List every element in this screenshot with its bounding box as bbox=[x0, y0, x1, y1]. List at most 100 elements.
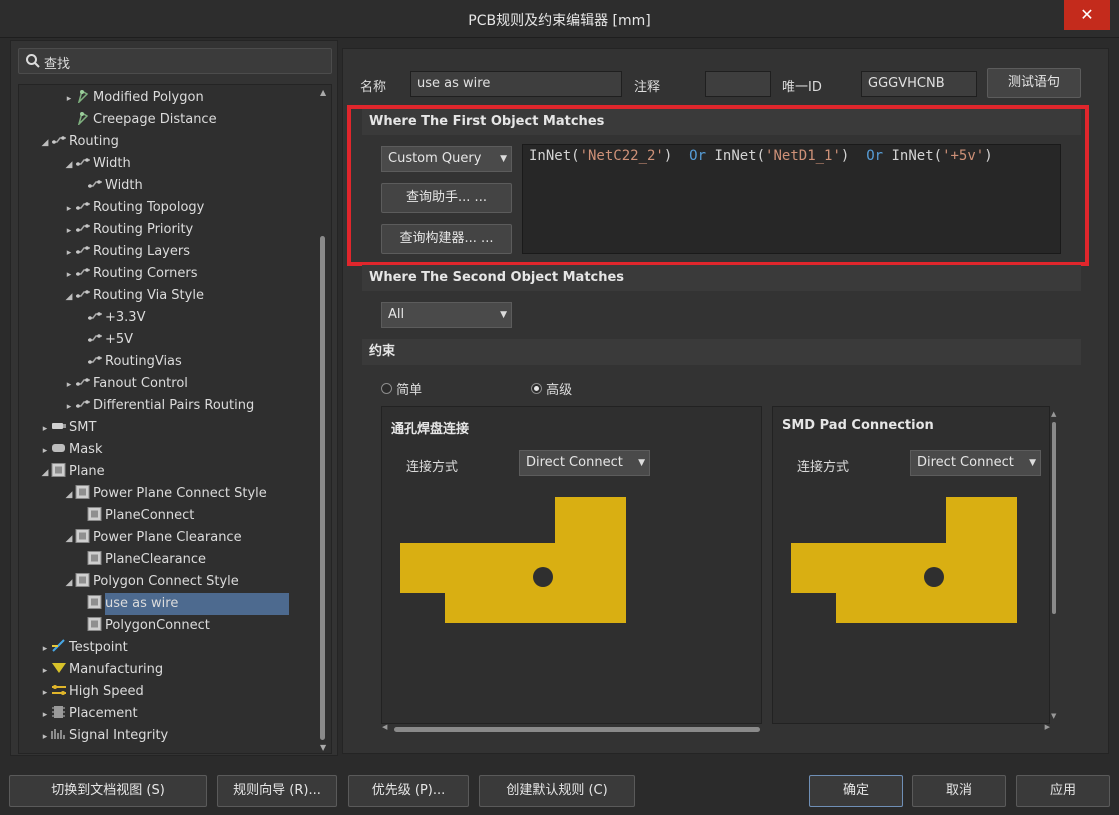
chevron-right-icon[interactable]: ▸ bbox=[63, 374, 75, 396]
smd-connect-method-dropdown[interactable]: Direct Connect ▼ bbox=[910, 450, 1041, 476]
comment-label: 注释 bbox=[634, 80, 661, 95]
scroll-down-icon[interactable]: ▼ bbox=[320, 743, 326, 752]
chevron-down-icon[interactable]: ◢ bbox=[63, 286, 75, 308]
ok-button[interactable]: 确定 bbox=[809, 775, 903, 807]
chevron-right-icon[interactable]: ▸ bbox=[39, 704, 51, 726]
scroll-right-icon[interactable]: ▶ bbox=[1045, 723, 1050, 731]
tree-item[interactable]: +5V bbox=[75, 329, 133, 351]
tree-item[interactable]: PolygonConnect bbox=[75, 615, 210, 637]
scroll-left-icon[interactable]: ◀ bbox=[382, 723, 387, 731]
close-button[interactable]: ✕ bbox=[1064, 0, 1110, 30]
chevron-right-icon[interactable]: ▸ bbox=[63, 242, 75, 264]
chevron-right-icon[interactable]: ▸ bbox=[39, 418, 51, 440]
tree-item[interactable]: ▸ Placement bbox=[39, 703, 138, 725]
plane-icon bbox=[75, 483, 93, 505]
tree-item[interactable]: ▸ Routing Topology bbox=[63, 197, 205, 220]
tree-item[interactable]: ▸ Manufacturing bbox=[39, 659, 163, 681]
document-view-button[interactable]: 切换到文档视图 (S) bbox=[9, 775, 207, 807]
chevron-right-icon[interactable]: ▸ bbox=[63, 88, 75, 110]
tree-item-label: Power Plane Clearance bbox=[93, 530, 242, 545]
mask-icon bbox=[51, 439, 69, 461]
unique-id-field[interactable]: GGGVHCNB bbox=[861, 71, 977, 97]
tree-item[interactable]: ◢ Routing Via Style bbox=[63, 285, 204, 307]
chevron-right-icon[interactable]: ▸ bbox=[63, 220, 75, 242]
tree-item[interactable]: ▸ Routing Layers bbox=[63, 241, 190, 263]
chevron-right-icon[interactable]: ▸ bbox=[39, 440, 51, 462]
tree-item[interactable]: ◢ Power Plane Connect Style bbox=[63, 483, 267, 505]
constraint-vscroll[interactable]: ▲ ▼ bbox=[1050, 410, 1060, 720]
tree-item[interactable]: ▸ Differential Pairs Routing bbox=[63, 395, 254, 417]
tree-item[interactable]: Creepage Distance bbox=[63, 109, 217, 131]
chevron-down-icon[interactable]: ◢ bbox=[39, 462, 51, 484]
tree-item[interactable]: ◢ Routing bbox=[39, 131, 119, 153]
smd-connect-method-value: Direct Connect bbox=[917, 455, 1014, 470]
tree-item[interactable]: ▸ Testpoint bbox=[39, 637, 128, 659]
routing-icon bbox=[87, 307, 105, 329]
tree-item[interactable]: PlaneClearance bbox=[75, 549, 206, 571]
tree-item-label: Mask bbox=[69, 442, 103, 457]
scroll-up-icon[interactable]: ▲ bbox=[320, 88, 326, 97]
constraint-vscroll-thumb[interactable] bbox=[1052, 422, 1056, 614]
tree-item[interactable]: ◢ Width bbox=[63, 153, 131, 175]
via-card-title: 通孔焊盘连接 bbox=[391, 422, 470, 437]
chevron-down-icon[interactable]: ◢ bbox=[63, 484, 75, 506]
priority-button[interactable]: 优先级 (P)... bbox=[348, 775, 469, 807]
chevron-down-icon[interactable]: ◢ bbox=[63, 528, 75, 550]
second-match-type-dropdown[interactable]: All ▼ bbox=[381, 302, 512, 328]
tree-item[interactable]: ▸ High Speed bbox=[39, 681, 144, 703]
close-icon: ✕ bbox=[1080, 5, 1094, 24]
chevron-down-icon[interactable]: ◢ bbox=[63, 572, 75, 594]
tree-item[interactable]: ◢ Power Plane Clearance bbox=[63, 527, 242, 549]
chevron-down-icon[interactable]: ◢ bbox=[39, 132, 51, 154]
chevron-right-icon[interactable]: ▸ bbox=[63, 264, 75, 286]
scroll-down-icon[interactable]: ▼ bbox=[1051, 712, 1056, 720]
testpoint-icon bbox=[51, 637, 69, 659]
tree-item[interactable]: ◢ Plane bbox=[39, 461, 105, 483]
via-method-label: 连接方式 bbox=[406, 460, 459, 475]
create-default-rules-button[interactable]: 创建默认规则 (C) bbox=[479, 775, 635, 807]
chevron-down-icon: ▼ bbox=[500, 310, 507, 320]
radio-icon bbox=[381, 383, 392, 394]
routing-icon bbox=[51, 131, 69, 153]
tree-item[interactable]: ▸ SMT bbox=[39, 417, 97, 440]
chevron-right-icon[interactable]: ▸ bbox=[39, 660, 51, 682]
cancel-button[interactable]: 取消 bbox=[912, 775, 1006, 807]
tree-scrollbar-thumb[interactable] bbox=[320, 236, 325, 740]
tree-item[interactable]: ▸ Routing Priority bbox=[63, 219, 194, 242]
rule-wizard-button[interactable]: 规则向导 (R)... bbox=[217, 775, 337, 807]
chevron-right-icon[interactable]: ▸ bbox=[39, 638, 51, 660]
constraint-hscroll-thumb[interactable] bbox=[394, 727, 760, 732]
chevron-right-icon[interactable]: ▸ bbox=[39, 726, 51, 748]
plane-icon bbox=[75, 571, 93, 593]
tree-item[interactable]: ◢ Polygon Connect Style bbox=[63, 571, 239, 593]
tree-item[interactable]: ▸ Modified Polygon bbox=[63, 87, 204, 109]
tree-item[interactable]: ▸ Signal Integrity bbox=[39, 725, 169, 748]
tree-item[interactable]: RoutingVias bbox=[75, 351, 182, 373]
via-connect-method-dropdown[interactable]: Direct Connect ▼ bbox=[519, 450, 650, 476]
tree-item[interactable]: Width bbox=[75, 175, 143, 197]
plane-icon bbox=[75, 527, 93, 549]
tree-item[interactable]: use as wire bbox=[75, 593, 289, 615]
scroll-up-icon[interactable]: ▲ bbox=[1051, 410, 1056, 418]
tree-item-label: Testpoint bbox=[69, 640, 128, 655]
simple-mode-radio[interactable]: 简单 bbox=[381, 379, 422, 398]
comment-field[interactable] bbox=[705, 71, 771, 97]
apply-button[interactable]: 应用 bbox=[1016, 775, 1110, 807]
tree-item[interactable]: ▸ Routing Corners bbox=[63, 263, 198, 286]
chevron-down-icon[interactable]: ◢ bbox=[63, 154, 75, 176]
simple-mode-label: 简单 bbox=[396, 383, 423, 398]
tree-item[interactable]: PlaneConnect bbox=[75, 505, 194, 527]
test-query-button[interactable]: 测试语句 bbox=[987, 68, 1081, 98]
routing-icon bbox=[87, 175, 105, 197]
advanced-mode-radio[interactable]: 高级 bbox=[531, 379, 572, 398]
tree-item[interactable]: ▸ Fanout Control bbox=[63, 373, 188, 395]
tree-item-label: Routing bbox=[69, 134, 119, 149]
chevron-right-icon[interactable]: ▸ bbox=[63, 198, 75, 220]
tree-item-label: Differential Pairs Routing bbox=[93, 398, 255, 413]
tree-item[interactable]: +3.3V bbox=[75, 307, 145, 329]
tree-item[interactable]: ▸ Mask bbox=[39, 439, 103, 462]
name-field[interactable]: use as wire bbox=[410, 71, 622, 97]
rules-tree: ▸ Modified Polygon Creepage Distance ◢ Routi… bbox=[18, 84, 332, 754]
chevron-right-icon[interactable]: ▸ bbox=[63, 396, 75, 418]
chevron-right-icon[interactable]: ▸ bbox=[39, 682, 51, 704]
